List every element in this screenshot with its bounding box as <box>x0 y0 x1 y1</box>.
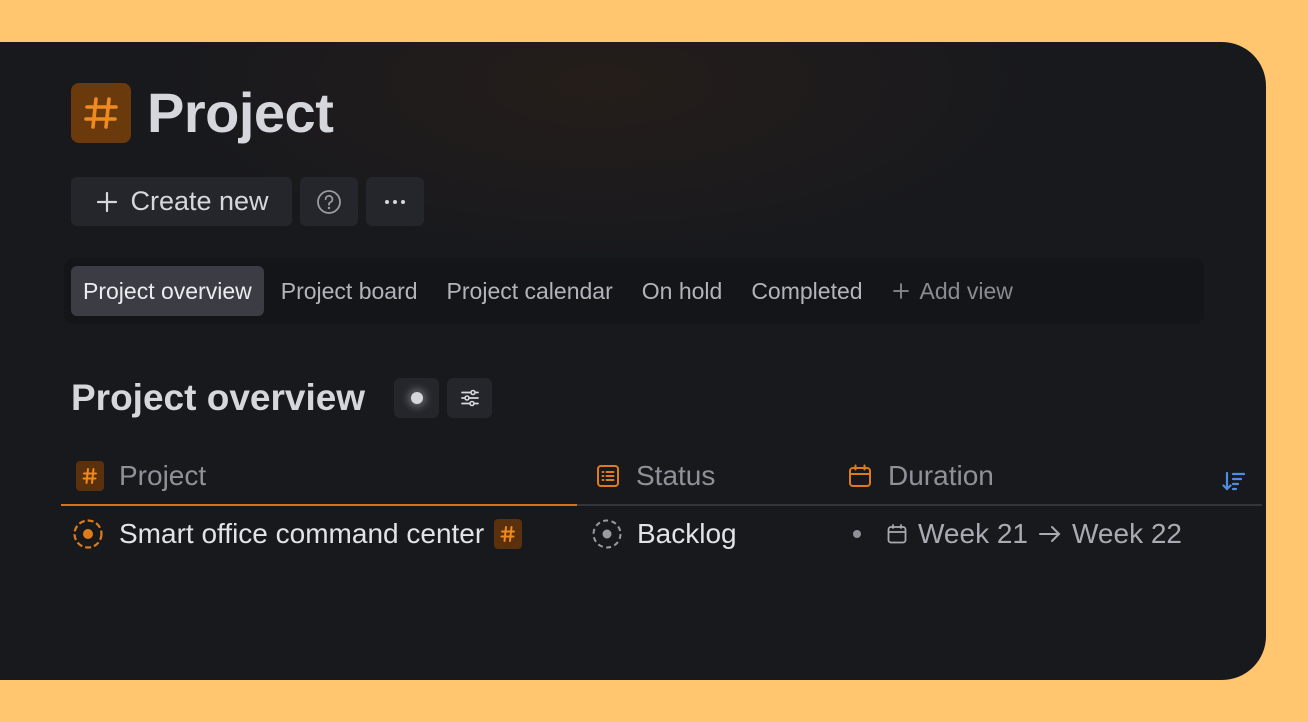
project-page-card: Project Create new Project overview Proj… <box>0 42 1266 680</box>
project-name: Smart office command center <box>119 518 485 549</box>
duration-cell[interactable]: Week 21 Week 22 <box>853 518 1182 550</box>
tab-on-hold[interactable]: On hold <box>630 266 735 316</box>
column-header-duration[interactable]: Duration <box>847 460 994 492</box>
section-title: Project overview <box>71 377 366 418</box>
create-new-button[interactable]: Create new <box>71 177 292 226</box>
view-indicator-button[interactable] <box>394 378 440 418</box>
column-header-project[interactable]: Project <box>76 460 206 492</box>
bullet-icon <box>853 530 861 538</box>
column-label: Project <box>119 460 207 491</box>
calendar-icon <box>886 523 908 545</box>
plus-icon <box>892 282 910 300</box>
list-icon <box>595 463 621 489</box>
status-label: Backlog <box>637 518 737 549</box>
hash-icon <box>71 82 131 143</box>
add-view-label: Add view <box>919 277 1013 304</box>
page-title: Project <box>147 81 334 144</box>
hash-icon <box>76 461 104 491</box>
dot-icon <box>410 392 423 404</box>
section-header: Project overview <box>71 377 493 419</box>
calendar-icon <box>847 463 873 489</box>
column-header-status[interactable]: Status <box>595 460 715 492</box>
add-view-button[interactable]: Add view <box>880 266 1025 316</box>
sort-descending-icon[interactable] <box>1222 470 1246 497</box>
plus-icon <box>96 191 118 213</box>
projects-table: Project Status Duration Smart office com… <box>61 452 1262 566</box>
arrow-right-icon <box>1038 524 1062 544</box>
backlog-icon <box>591 518 623 550</box>
hash-icon <box>494 519 523 549</box>
more-horizontal-icon <box>384 199 406 205</box>
status-cell[interactable]: Backlog <box>591 518 737 550</box>
project-status-ring-icon <box>72 518 104 550</box>
tab-completed[interactable]: Completed <box>739 266 874 316</box>
column-label: Status <box>636 460 716 491</box>
page-header: Project <box>71 80 334 145</box>
help-circle-icon <box>316 189 342 215</box>
more-options-button[interactable] <box>366 177 424 226</box>
action-bar: Create new <box>71 177 424 226</box>
duration-start: Week 21 <box>918 518 1028 549</box>
column-label: Duration <box>888 460 994 491</box>
duration-end: Week 22 <box>1072 518 1182 549</box>
create-new-label: Create new <box>130 186 269 216</box>
filter-settings-button[interactable] <box>447 378 493 418</box>
project-cell[interactable]: Smart office command center <box>72 518 523 550</box>
view-tabs: Project overview Project board Project c… <box>64 258 1204 324</box>
tab-project-board[interactable]: Project board <box>269 266 430 316</box>
table-row[interactable]: Smart office command center Backlog Week… <box>61 506 1262 566</box>
tab-project-overview[interactable]: Project overview <box>71 266 264 316</box>
sliders-icon <box>460 389 480 407</box>
tab-project-calendar[interactable]: Project calendar <box>435 266 625 316</box>
help-button[interactable] <box>300 177 358 226</box>
table-header: Project Status Duration <box>61 452 1262 506</box>
